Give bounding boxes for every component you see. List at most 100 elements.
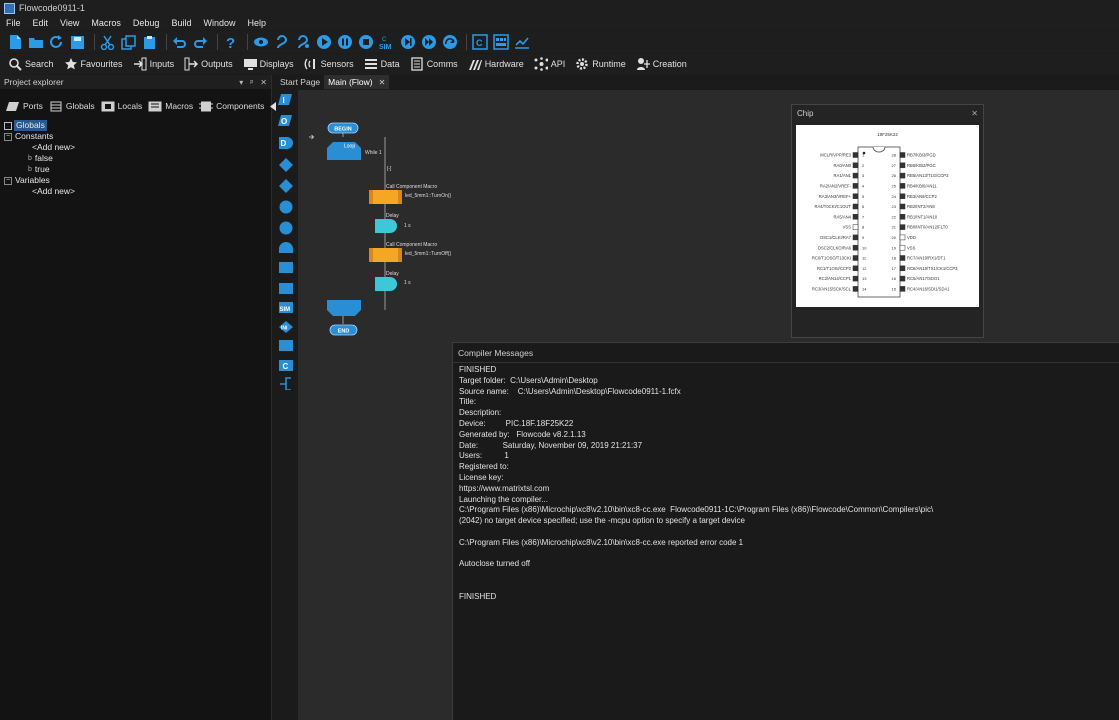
- chip-pin[interactable]: [899, 234, 906, 241]
- calculation-icon[interactable]: [279, 340, 293, 351]
- close-tab-icon[interactable]: ✕: [379, 78, 386, 87]
- tree-constants[interactable]: − Constants: [4, 131, 271, 142]
- paste-icon[interactable]: [141, 34, 158, 51]
- chip-pin[interactable]: [852, 203, 859, 210]
- call-component-turnoff[interactable]: Call Component Macro led_5mm1::TurnOff(): [369, 242, 451, 262]
- creation-button[interactable]: Creation: [636, 55, 687, 73]
- compile-hex-icon[interactable]: [294, 34, 311, 51]
- chip-pin[interactable]: [899, 172, 906, 179]
- tab-macros[interactable]: Macros: [148, 101, 193, 112]
- tree-variables[interactable]: − Variables: [4, 175, 271, 186]
- menu-debug[interactable]: Debug: [133, 18, 160, 28]
- tab-ports[interactable]: Ports: [6, 101, 43, 112]
- pin-icon[interactable]: ᵖ: [250, 78, 253, 87]
- call-component-turnon[interactable]: Call Component Macro led_5mm1::TurnOn(): [369, 184, 452, 204]
- chip-pin[interactable]: [852, 152, 859, 158]
- tree-item[interactable]: <Add new>: [4, 186, 271, 197]
- comment-icon[interactable]: [280, 377, 291, 391]
- chip-pin[interactable]: [899, 265, 906, 272]
- chip-pin[interactable]: [852, 255, 859, 261]
- step-over-icon[interactable]: [399, 34, 416, 51]
- runtime-button[interactable]: Runtime: [575, 55, 626, 73]
- copy-icon[interactable]: [120, 34, 137, 51]
- chip-pin[interactable]: [899, 286, 906, 292]
- close-icon[interactable]: ✕: [260, 78, 267, 87]
- cut-icon[interactable]: [99, 34, 116, 51]
- connection-point-icon[interactable]: [279, 200, 293, 214]
- help-icon[interactable]: ?: [222, 34, 239, 51]
- redo-icon[interactable]: [192, 34, 209, 51]
- chip-pin[interactable]: [852, 162, 859, 169]
- step-into-icon[interactable]: [420, 34, 437, 51]
- new-file-icon[interactable]: [6, 34, 23, 51]
- tree-item[interactable]: b true: [4, 164, 271, 175]
- save-icon[interactable]: [69, 34, 86, 51]
- delay-block-2[interactable]: Delay 1 s: [375, 271, 411, 291]
- interrupt-icon[interactable]: INI: [279, 321, 293, 333]
- tab-components[interactable]: Components: [199, 101, 264, 112]
- delay-icon[interactable]: D: [279, 137, 293, 149]
- collapse-marker[interactable]: [-]: [387, 166, 392, 172]
- data-button[interactable]: Data: [364, 55, 400, 73]
- delay-block-1[interactable]: Delay 1 s: [375, 213, 411, 233]
- menu-help[interactable]: Help: [247, 18, 266, 28]
- decision-icon[interactable]: [279, 158, 293, 172]
- chip-pin[interactable]: [852, 286, 859, 292]
- loop-block[interactable]: Loop While 1: [327, 142, 382, 160]
- goto-icon[interactable]: [279, 221, 293, 235]
- chip-pin[interactable]: [899, 244, 906, 251]
- chip-pin[interactable]: [852, 172, 859, 179]
- chip-pin[interactable]: [852, 234, 859, 241]
- begin-terminal[interactable]: BEGIN: [327, 122, 359, 134]
- chip-pin[interactable]: [852, 275, 859, 282]
- menu-window[interactable]: Window: [203, 18, 235, 28]
- loop-icon[interactable]: [279, 242, 293, 253]
- menu-build[interactable]: Build: [171, 18, 191, 28]
- tab-globals[interactable]: Globals: [49, 101, 95, 112]
- pause-icon[interactable]: [336, 34, 353, 51]
- chip-pin[interactable]: [899, 255, 906, 261]
- simulation-macro-icon[interactable]: SIM: [279, 302, 293, 313]
- chip-pin[interactable]: [852, 214, 859, 220]
- code-view-icon[interactable]: C: [471, 34, 488, 51]
- chip-pin[interactable]: [899, 162, 906, 169]
- sensors-button[interactable]: Sensors: [304, 55, 354, 73]
- chip-pin[interactable]: [899, 152, 906, 158]
- stop-icon[interactable]: [357, 34, 374, 51]
- chip-pin[interactable]: [852, 244, 859, 251]
- chip-pin[interactable]: [852, 224, 859, 230]
- input-icon[interactable]: I: [278, 94, 292, 105]
- tree-item[interactable]: b false: [4, 153, 271, 164]
- chip-pin[interactable]: [852, 183, 859, 189]
- view-eye-icon[interactable]: [252, 34, 269, 51]
- tab-locals[interactable]: Locals: [101, 101, 142, 112]
- open-folder-icon[interactable]: [27, 34, 44, 51]
- compile-chip-icon[interactable]: [273, 34, 290, 51]
- reload-icon[interactable]: [48, 34, 65, 51]
- menu-view[interactable]: View: [60, 18, 79, 28]
- sim-icon[interactable]: C SIM: [378, 34, 395, 51]
- chip-pin[interactable]: [899, 214, 906, 220]
- chip-pin[interactable]: [899, 275, 906, 282]
- panel-icon[interactable]: [492, 34, 509, 51]
- menu-file[interactable]: File: [6, 18, 21, 28]
- tab-start-page[interactable]: Start Page: [276, 75, 324, 89]
- run-icon[interactable]: [315, 34, 332, 51]
- comms-button[interactable]: Comms: [410, 55, 458, 73]
- collapse-icon[interactable]: −: [4, 176, 12, 185]
- tree-item[interactable]: <Add new>: [4, 142, 271, 153]
- switch-icon[interactable]: [279, 179, 293, 193]
- undo-icon[interactable]: [171, 34, 188, 51]
- inputs-button[interactable]: Inputs: [133, 55, 174, 73]
- chip-pin[interactable]: [899, 193, 906, 199]
- menu-macros[interactable]: Macros: [91, 18, 121, 28]
- chip-pin[interactable]: [899, 203, 906, 210]
- search-button[interactable]: Search: [8, 55, 54, 73]
- c-code-icon[interactable]: C: [279, 360, 293, 371]
- chip-pin[interactable]: [852, 265, 859, 272]
- chart-icon[interactable]: [513, 34, 530, 51]
- macro-call-icon[interactable]: [279, 262, 293, 273]
- outputs-button[interactable]: Outputs: [184, 55, 233, 73]
- end-terminal[interactable]: END: [329, 324, 358, 336]
- collapse-icon[interactable]: −: [4, 132, 12, 141]
